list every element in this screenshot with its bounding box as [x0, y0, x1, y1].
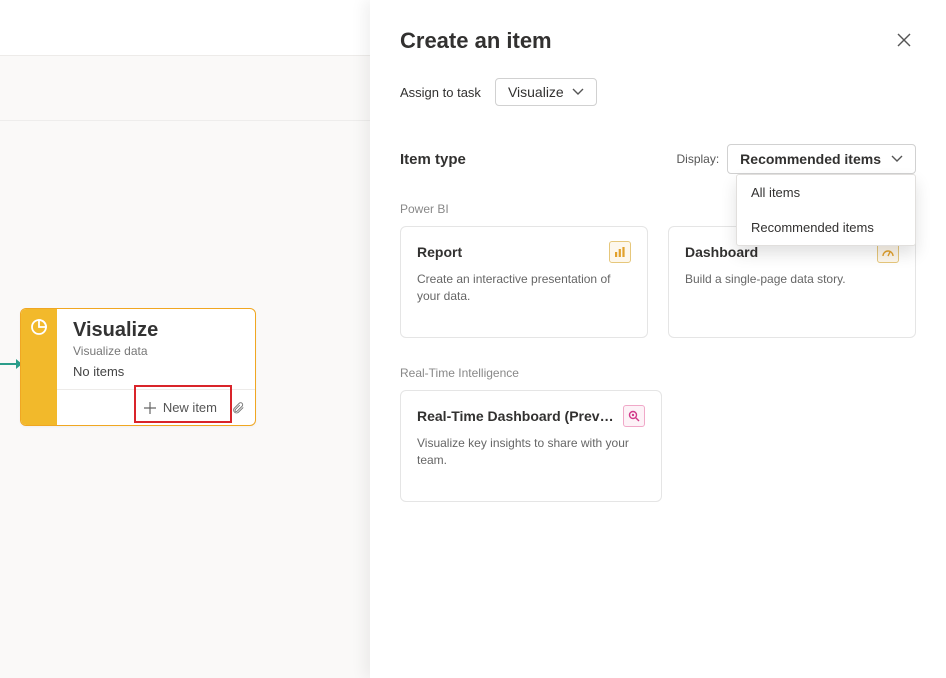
task-accent: [21, 309, 57, 425]
canvas-topbar: [0, 0, 370, 56]
task-card-items: No items: [73, 364, 239, 379]
chevron-down-icon: [572, 88, 584, 96]
canvas-background: Visualize Visualize data No items New it…: [0, 0, 370, 678]
realtime-icon: [623, 405, 645, 427]
task-card-visualize[interactable]: Visualize Visualize data No items New it…: [20, 308, 256, 426]
dropdown-option-all-items[interactable]: All items: [737, 175, 915, 210]
item-card-description: Build a single-page data story.: [685, 271, 899, 288]
task-card-subtitle: Visualize data: [73, 344, 239, 358]
chevron-down-icon: [891, 155, 903, 163]
task-select-value: Visualize: [508, 84, 564, 100]
item-card-title: Dashboard: [685, 244, 758, 260]
item-card-report[interactable]: Report Create an interactive presentatio…: [400, 226, 648, 338]
dropdown-option-recommended-items[interactable]: Recommended items: [737, 210, 915, 245]
task-select[interactable]: Visualize: [495, 78, 597, 106]
item-card-title: Report: [417, 244, 462, 260]
barchart-icon: [609, 241, 631, 263]
close-icon: [896, 32, 912, 48]
new-item-label: New item: [163, 400, 217, 415]
display-select[interactable]: Recommended items: [727, 144, 916, 174]
connector-arrow-icon: [0, 358, 22, 370]
display-select-value: Recommended items: [740, 151, 881, 167]
item-card-description: Create an interactive presentation of yo…: [417, 271, 631, 305]
divider: [0, 120, 370, 121]
task-card-title: Visualize: [73, 319, 239, 342]
panel-title: Create an item: [400, 28, 552, 54]
create-item-panel: Create an item Assign to task Visualize …: [370, 0, 946, 678]
item-card-description: Visualize key insights to share with you…: [417, 435, 645, 469]
group-heading-rti: Real-Time Intelligence: [400, 366, 916, 380]
new-item-button[interactable]: New item: [137, 396, 223, 419]
piechart-icon: [29, 317, 49, 337]
attachment-icon[interactable]: [231, 401, 245, 415]
close-button[interactable]: [892, 28, 916, 52]
display-label: Display:: [676, 152, 719, 166]
item-card-realtime-dashboard[interactable]: Real-Time Dashboard (Previ… Visualize ke…: [400, 390, 662, 502]
item-card-title: Real-Time Dashboard (Previ…: [417, 408, 615, 424]
plus-icon: [143, 401, 157, 415]
item-type-heading: Item type: [400, 151, 466, 168]
assign-to-task-label: Assign to task: [400, 85, 481, 100]
display-dropdown-menu: All items Recommended items: [736, 174, 916, 246]
